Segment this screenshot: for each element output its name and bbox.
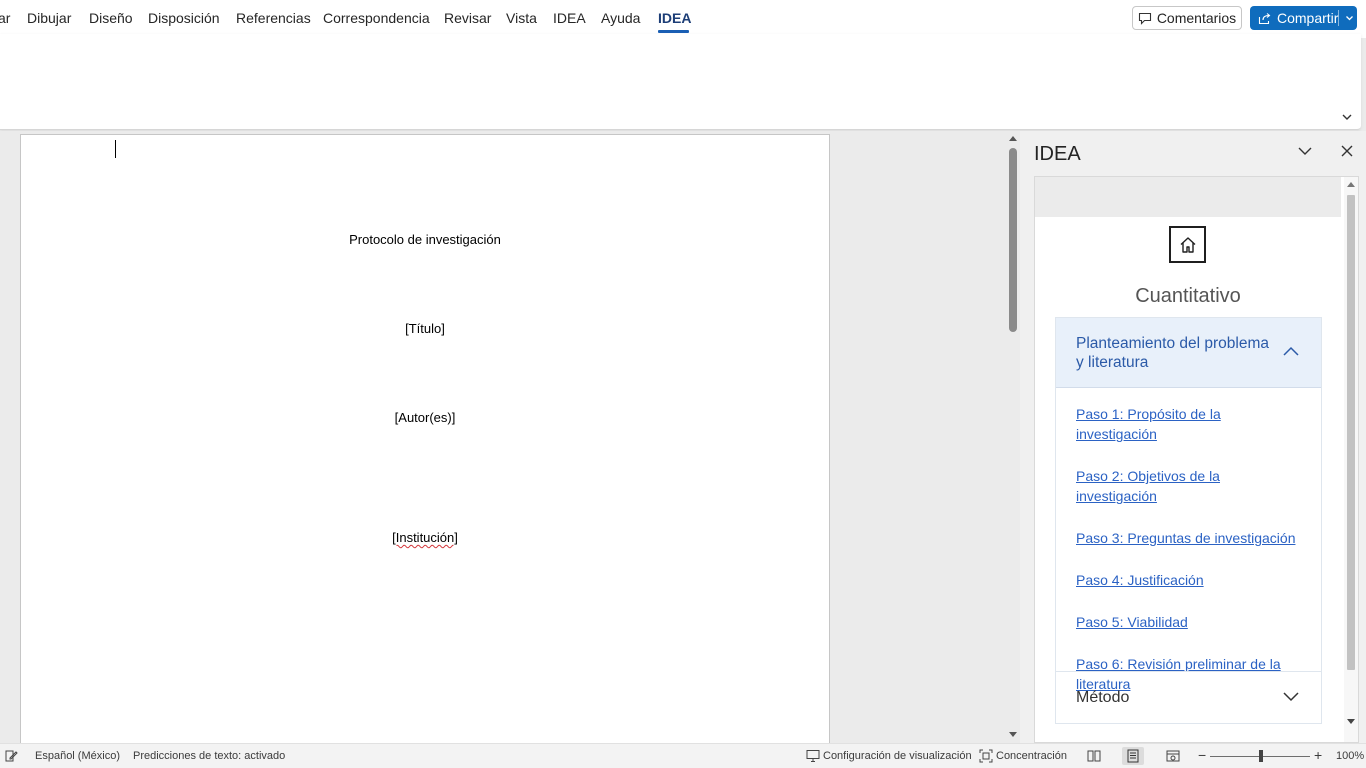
- step-link-1[interactable]: Paso 1: Propósito de la investigación: [1076, 404, 1304, 444]
- pane-options-chevron-icon[interactable]: [1297, 143, 1313, 159]
- tab-idea-active[interactable]: IDEA: [658, 10, 691, 26]
- document-scrollbar[interactable]: [1006, 131, 1020, 743]
- display-settings-icon[interactable]: [806, 749, 821, 763]
- tab-disposicion[interactable]: Disposición: [148, 10, 220, 26]
- pane-title: IDEA: [1034, 143, 1081, 165]
- read-mode-button[interactable]: [1083, 747, 1105, 765]
- print-layout-icon: [1127, 749, 1139, 763]
- step-link-3[interactable]: Paso 3: Preguntas de investigación: [1076, 528, 1304, 548]
- tab-referencias[interactable]: Referencias: [236, 10, 311, 26]
- share-icon: [1258, 12, 1271, 24]
- doc-title-placeholder[interactable]: [Título]: [21, 321, 829, 336]
- web-layout-button[interactable]: [1162, 747, 1184, 765]
- menu-bar: ar Dibujar Diseño Disposición Referencia…: [0, 0, 1366, 38]
- web-layout-icon: [1166, 750, 1180, 762]
- step-link-4[interactable]: Paso 4: Justificación: [1076, 570, 1304, 590]
- document-page[interactable]: Protocolo de investigación [Título] [Aut…: [20, 134, 830, 743]
- tab-ayuda[interactable]: Ayuda: [601, 10, 640, 26]
- chevron-up-icon[interactable]: [1282, 345, 1300, 357]
- close-icon[interactable]: [1340, 143, 1354, 159]
- home-button[interactable]: [1169, 226, 1206, 263]
- share-divider: [1338, 10, 1339, 26]
- chevron-down-icon[interactable]: [1345, 11, 1354, 25]
- active-tab-indicator: [658, 30, 689, 33]
- tab-insertar[interactable]: ar: [0, 10, 10, 26]
- proofing-icon[interactable]: [4, 749, 18, 763]
- doc-institution-placeholder[interactable]: [Institución]: [392, 530, 458, 545]
- ribbon-expand-chevron-icon[interactable]: [1340, 110, 1354, 124]
- text-predictions-status[interactable]: Predicciones de texto: activado: [133, 750, 285, 762]
- display-settings-label[interactable]: Configuración de visualización: [823, 750, 972, 762]
- accordion-metodo-label: Método: [1076, 689, 1130, 706]
- pane-scroll-down-icon[interactable]: [1347, 719, 1355, 725]
- share-label: Compartir: [1277, 10, 1339, 26]
- scroll-down-arrow-icon[interactable]: [1008, 731, 1018, 739]
- document-scrollbar-thumb[interactable]: [1009, 148, 1017, 332]
- step-link-5[interactable]: Paso 5: Viabilidad: [1076, 612, 1304, 632]
- accordion-header-label: Planteamiento del problema y literatura: [1076, 335, 1270, 371]
- zoom-in-icon[interactable]: +: [1314, 747, 1322, 763]
- pane-scrollbar-thumb[interactable]: [1347, 195, 1355, 670]
- doc-heading[interactable]: Protocolo de investigación: [21, 232, 829, 247]
- pane-header-strip: [1035, 177, 1341, 217]
- step-link-2[interactable]: Paso 2: Objetivos de la investigación: [1076, 466, 1304, 506]
- read-mode-icon: [1087, 750, 1101, 762]
- tab-correspondencia[interactable]: Correspondencia: [323, 10, 430, 26]
- tab-diseno[interactable]: Diseño: [89, 10, 133, 26]
- share-button[interactable]: Compartir: [1250, 6, 1357, 30]
- doc-authors-placeholder[interactable]: [Autor(es)]: [21, 410, 829, 425]
- comments-label: Comentarios: [1156, 10, 1237, 26]
- section-title: Cuantitativo: [1135, 285, 1241, 307]
- language-status[interactable]: Español (México): [35, 750, 120, 762]
- focus-label[interactable]: Concentración: [996, 750, 1067, 762]
- accordion-header-planteamiento[interactable]: Planteamiento del problema y literatura: [1056, 318, 1321, 388]
- document-area: Protocolo de investigación [Título] [Aut…: [0, 131, 1006, 743]
- pane-scrollbar[interactable]: [1344, 177, 1358, 742]
- accordion: Planteamiento del problema y literatura …: [1055, 317, 1322, 724]
- pane-content-frame: Cuantitativo Planteamiento del problema …: [1034, 176, 1359, 743]
- comments-button[interactable]: Comentarios: [1132, 6, 1242, 30]
- tab-revisar[interactable]: Revisar: [444, 10, 491, 26]
- tab-vista[interactable]: Vista: [506, 10, 537, 26]
- accordion-body: Paso 1: Propósito de la investigación Pa…: [1056, 388, 1321, 692]
- chevron-down-icon[interactable]: [1282, 691, 1300, 703]
- print-layout-button[interactable]: [1122, 747, 1144, 765]
- tab-dibujar[interactable]: Dibujar: [27, 10, 71, 26]
- doc-institution-line[interactable]: [Institución]: [21, 530, 829, 545]
- zoom-out-icon[interactable]: −: [1198, 747, 1206, 763]
- home-icon: [1180, 236, 1195, 253]
- idea-task-pane: IDEA Cuantitativo Planteamiento del prob…: [1020, 131, 1366, 743]
- tab-idea-1[interactable]: IDEA: [553, 10, 586, 26]
- text-cursor: [115, 140, 116, 158]
- zoom-slider-thumb[interactable]: [1259, 750, 1263, 762]
- zoom-level[interactable]: 100%: [1336, 750, 1364, 762]
- accordion-header-metodo[interactable]: Método: [1056, 671, 1321, 723]
- scroll-up-arrow-icon[interactable]: [1008, 134, 1018, 142]
- comment-icon: [1138, 12, 1151, 25]
- status-bar: Español (México) Predicciones de texto: …: [0, 743, 1366, 768]
- ribbon: [0, 34, 1361, 130]
- focus-icon[interactable]: [979, 749, 993, 763]
- pane-scroll-up-icon[interactable]: [1347, 181, 1355, 187]
